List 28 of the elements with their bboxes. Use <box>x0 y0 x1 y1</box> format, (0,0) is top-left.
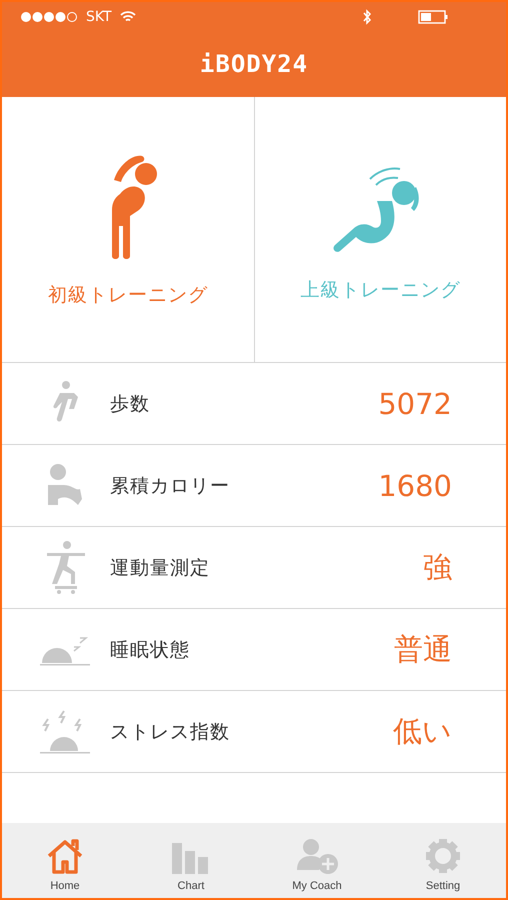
stat-label: ストレス指数 <box>110 720 231 744</box>
stat-label: 睡眠状態 <box>110 638 191 662</box>
tab-bar-item[interactable]: Home <box>2 823 128 898</box>
carrier-name: SKT <box>86 9 112 25</box>
battery-icon <box>418 10 448 24</box>
app-title: iBODY24 <box>200 49 308 80</box>
stat-label: 歩数 <box>110 392 151 416</box>
signal-icon <box>20 11 78 23</box>
stressed-figure-icon <box>40 708 92 754</box>
tab-bar-item[interactable]: Setting <box>380 823 506 898</box>
skateboarder-icon <box>45 540 87 594</box>
stat-value: 5072 <box>378 386 452 420</box>
wifi-icon <box>120 11 136 23</box>
stat-value: 1680 <box>378 468 452 502</box>
stat-label: 運動量測定 <box>110 556 211 580</box>
training-label: 上級トレーニング <box>300 278 460 302</box>
training-label: 初級トレーニング <box>48 284 208 308</box>
tab-bar-item[interactable]: Chart <box>128 823 254 898</box>
stat-value: 強 <box>423 548 452 586</box>
tab-bar-item[interactable]: My Coach <box>254 823 380 898</box>
stat-value: 低い <box>393 712 452 750</box>
bar-chart-icon <box>171 842 211 874</box>
add-person-icon <box>295 838 339 874</box>
home-icon <box>45 838 85 874</box>
stat-value: 普通 <box>394 630 452 668</box>
stat-label: 累積カロリー <box>110 474 231 498</box>
bluetooth-icon <box>362 9 372 25</box>
settings-icon <box>425 838 461 874</box>
